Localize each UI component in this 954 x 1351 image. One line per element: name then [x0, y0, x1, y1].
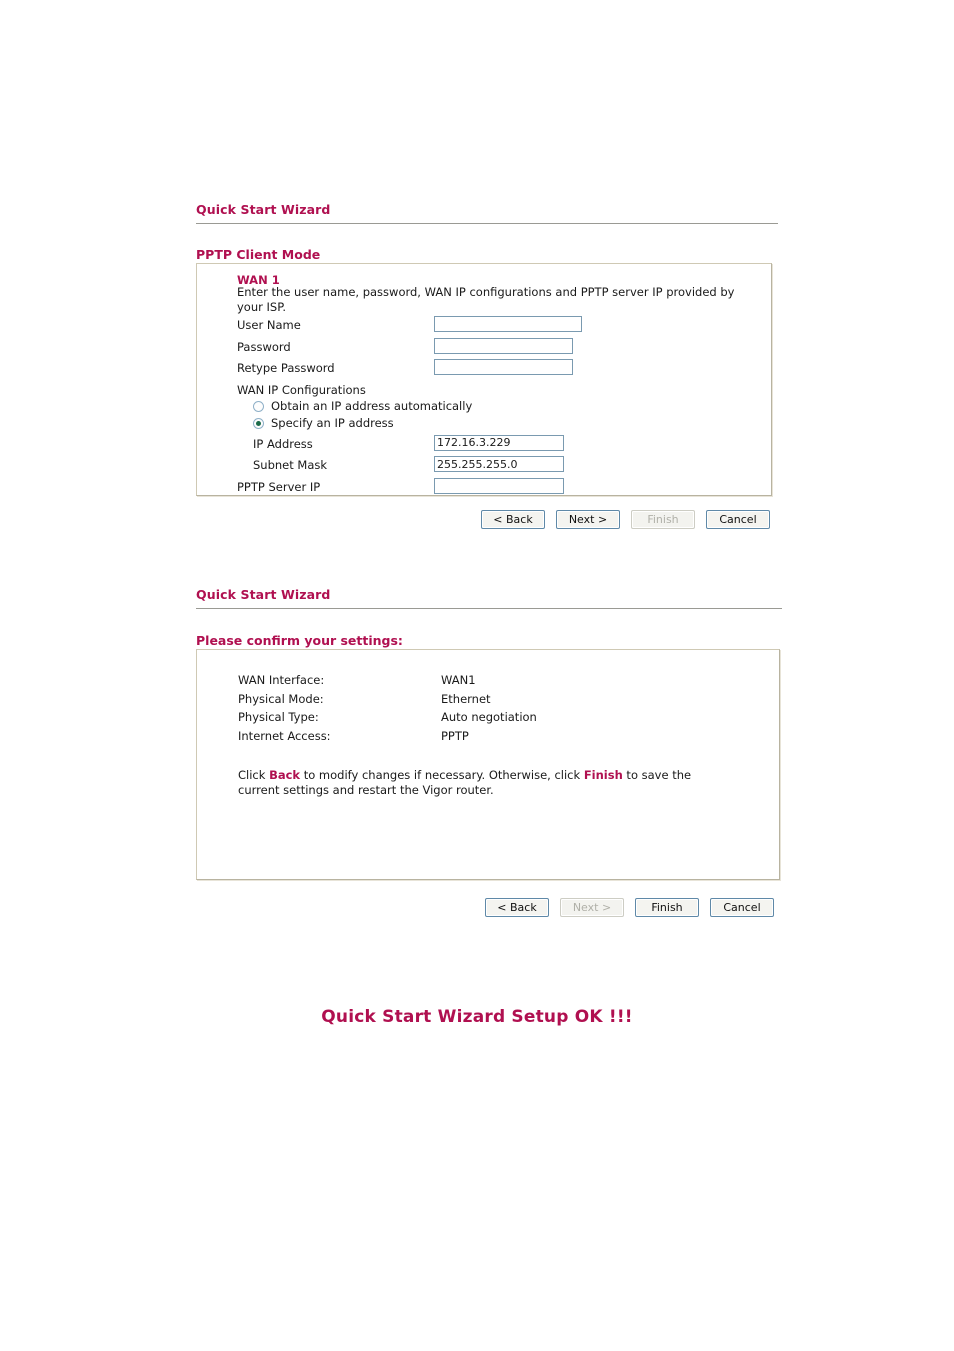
confirm-note: Click Back to modify changes if necessar… [238, 768, 730, 798]
summary-list: WAN Interface: WAN1 Physical Mode: Ether… [238, 673, 738, 747]
title-divider-confirm [196, 608, 782, 609]
back-button-step1[interactable]: < Back [481, 510, 545, 529]
ip-address-input[interactable] [434, 434, 564, 451]
finish-button-step2[interactable]: Finish [635, 898, 699, 917]
specify-ip-label: Specify an IP address [271, 415, 394, 430]
pptp-client-mode-label: PPTP Client Mode [196, 247, 321, 262]
summary-row-physical-type: Physical Type: Auto negotiation [238, 710, 738, 729]
radio-row-specify-ip[interactable]: Specify an IP address [237, 416, 767, 435]
field-row-subnet-mask: Subnet Mask [237, 456, 767, 478]
back-button-step2[interactable]: < Back [485, 898, 549, 917]
confirm-label-wrap: Please confirm your settings: [196, 634, 778, 648]
note-part2: to modify changes if necessary. Otherwis… [300, 768, 584, 782]
title-divider-pptp [196, 223, 778, 224]
password-input[interactable] [434, 337, 573, 354]
summary-row-physical-mode: Physical Mode: Ethernet [238, 692, 738, 711]
pptp-hint-text: Enter the user name, password, WAN IP co… [237, 285, 735, 314]
pptp-server-ip-input[interactable] [434, 477, 564, 494]
obtain-ip-auto-label: Obtain an IP address automatically [271, 398, 473, 413]
summary-row-wan-interface: WAN Interface: WAN1 [238, 673, 738, 692]
subnet-mask-label: Subnet Mask [253, 458, 328, 472]
specify-ip-radio[interactable] [253, 417, 264, 429]
field-row-password: Password [237, 337, 767, 360]
wan-ip-configurations-label: WAN IP Configurations [237, 382, 366, 397]
confirm-step-section: Quick Start Wizard [196, 588, 782, 609]
note-back-word: Back [269, 768, 301, 782]
retype-password-label: Retype Password [237, 361, 335, 375]
summary-row-internet-access: Internet Access: PPTP [238, 729, 738, 748]
retype-password-input[interactable] [434, 359, 573, 375]
pptp-settings-panel: WAN 1 Enter the user name, password, WAN… [196, 263, 772, 496]
physical-type-value: Auto negotiation [441, 710, 537, 724]
pptp-button-bar: < Back Next > Finish Cancel [481, 510, 770, 529]
wan-interface-value: WAN1 [441, 673, 476, 687]
internet-access-label: Internet Access: [238, 728, 331, 743]
subnet-mask-input[interactable] [434, 456, 564, 472]
user-name-input[interactable] [434, 316, 582, 332]
field-row-ip-address: IP Address [237, 434, 767, 457]
finish-button-step1: Finish [631, 510, 695, 529]
password-label: Password [237, 339, 291, 354]
physical-mode-label: Physical Mode: [238, 691, 324, 706]
pptp-form: User Name Password Retype Password WAN I… [237, 316, 767, 499]
note-finish-word: Finish [583, 768, 623, 782]
obtain-ip-auto-radio[interactable] [253, 400, 264, 412]
user-name-label: User Name [237, 318, 301, 332]
confirm-settings-label: Please confirm your settings: [196, 633, 403, 648]
note-part1: Click [238, 768, 270, 782]
ip-address-label: IP Address [253, 436, 313, 451]
cancel-button-step2[interactable]: Cancel [710, 898, 774, 917]
field-row-user-name: User Name [237, 316, 767, 338]
setup-ok-message: Quick Start Wizard Setup OK !!! [321, 1007, 633, 1027]
physical-type-label: Physical Type: [238, 710, 319, 724]
confirm-summary-panel: WAN Interface: WAN1 Physical Mode: Ether… [196, 649, 780, 880]
cancel-button-step1[interactable]: Cancel [706, 510, 770, 529]
internet-access-value: PPTP [441, 728, 469, 743]
field-row-pptp-server-ip: PPTP Server IP [237, 477, 767, 500]
wan-interface-label: WAN Interface: [238, 673, 325, 687]
field-row-retype-password: Retype Password [237, 359, 767, 381]
physical-mode-value: Ethernet [441, 691, 491, 706]
confirm-button-bar: < Back Next > Finish Cancel [485, 898, 774, 917]
page-title-pptp: Quick Start Wizard [196, 202, 331, 217]
radio-row-obtain-auto[interactable]: Obtain an IP address automatically [237, 399, 767, 416]
pptp-mode-label-wrap: PPTP Client Mode [196, 248, 778, 262]
next-button-step2: Next > [560, 898, 624, 917]
pptp-server-ip-label: PPTP Server IP [237, 479, 321, 494]
page-title-confirm: Quick Start Wizard [196, 587, 331, 602]
field-row-wan-ip-config: WAN IP Configurations [237, 381, 767, 399]
pptp-step-section: Quick Start Wizard [196, 203, 778, 224]
next-button-step1[interactable]: Next > [556, 510, 620, 529]
